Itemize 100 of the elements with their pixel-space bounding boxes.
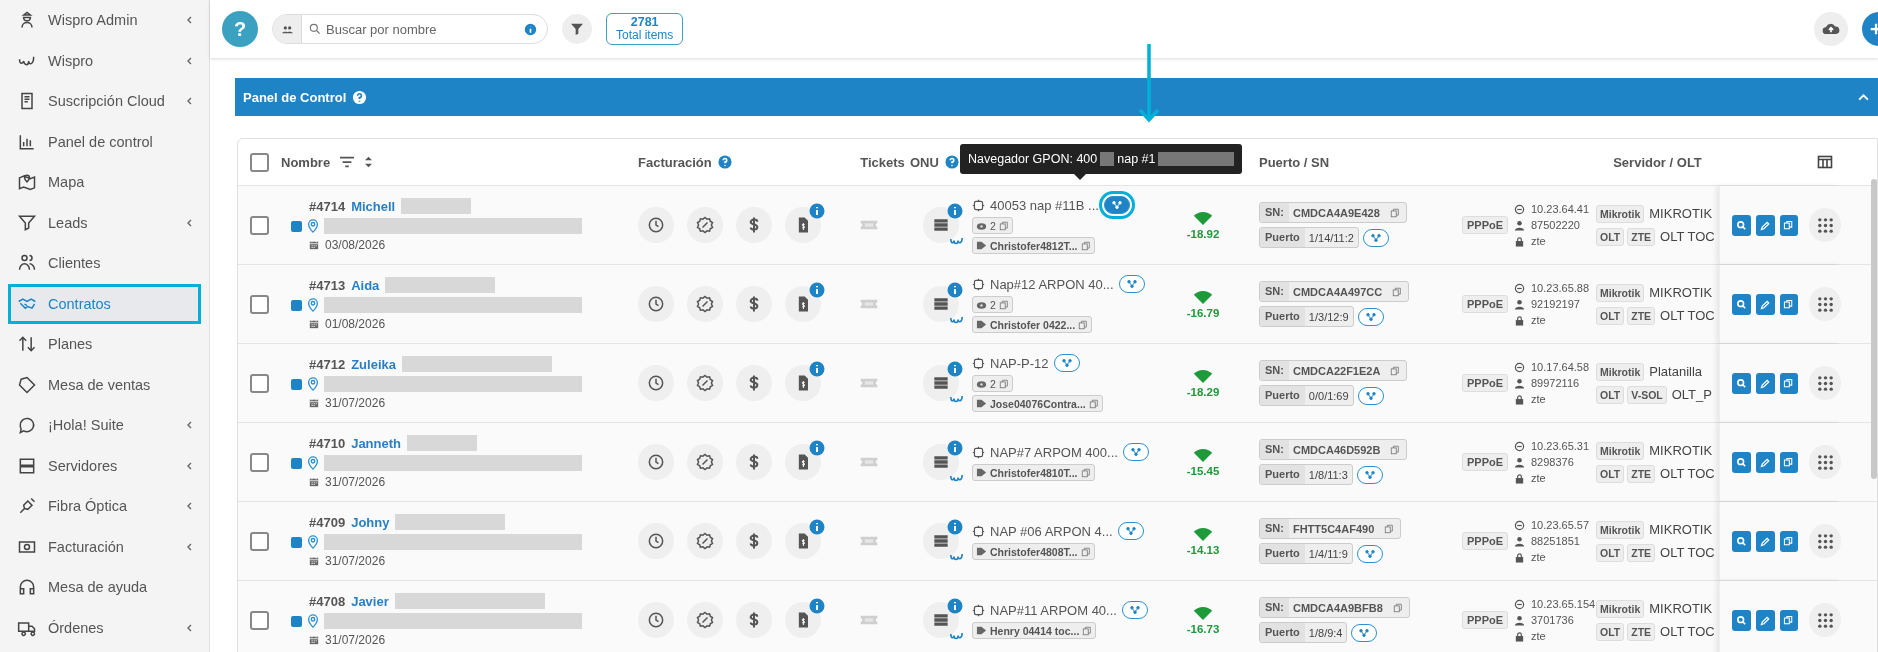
copy-icon[interactable]	[1080, 240, 1091, 251]
search-button[interactable]	[1732, 530, 1751, 552]
discount-button[interactable]	[687, 523, 723, 559]
dollar-button[interactable]	[736, 365, 772, 401]
select-all-checkbox[interactable]	[250, 152, 269, 172]
more-options-button[interactable]	[1809, 445, 1841, 479]
edit-button[interactable]	[1755, 293, 1775, 315]
row-checkbox[interactable]	[250, 452, 269, 472]
location-pin-icon[interactable]	[306, 456, 320, 470]
gpon-navigator-button[interactable]	[1122, 443, 1149, 461]
clock-button[interactable]	[638, 365, 674, 401]
discount-button[interactable]	[687, 286, 723, 322]
sidebar-item[interactable]: Órdenes	[0, 607, 209, 648]
search-button[interactable]	[1732, 214, 1751, 236]
copy-icon[interactable]	[1390, 365, 1401, 376]
edit-button[interactable]	[1755, 609, 1775, 631]
copy-icon[interactable]	[1384, 523, 1395, 534]
location-pin-icon[interactable]	[306, 219, 320, 233]
dollar-button[interactable]	[736, 286, 772, 322]
dollar-button[interactable]	[736, 444, 772, 480]
columns-icon[interactable]	[1817, 154, 1833, 170]
people-icon[interactable]	[273, 15, 302, 43]
gpon-navigator-button[interactable]	[1121, 601, 1148, 619]
clock-button[interactable]	[638, 602, 674, 638]
location-pin-icon[interactable]	[306, 377, 320, 391]
sidebar-item[interactable]: Wispro	[0, 40, 209, 81]
gpon-navigator-button[interactable]	[1053, 354, 1080, 372]
gpon-navigator-button[interactable]	[1357, 386, 1384, 405]
client-name-link[interactable]: Aida	[351, 277, 380, 293]
edit-button[interactable]	[1755, 451, 1775, 473]
row-checkbox[interactable]	[250, 610, 269, 630]
gpon-navigator-button[interactable]	[1356, 465, 1383, 484]
discount-button[interactable]	[687, 444, 723, 480]
search-button[interactable]	[1732, 293, 1751, 315]
gpon-navigator-button[interactable]	[1356, 544, 1383, 563]
discount-button[interactable]	[687, 365, 723, 401]
copy-icon[interactable]	[998, 299, 1009, 310]
copy-icon[interactable]	[1392, 286, 1403, 297]
sidebar-item[interactable]: ¡Hola! Suite	[0, 405, 209, 446]
more-options-button[interactable]	[1809, 366, 1841, 400]
copy-button[interactable]	[1779, 214, 1799, 236]
copy-icon[interactable]	[1389, 207, 1400, 218]
location-pin-icon[interactable]	[306, 614, 320, 628]
more-options-button[interactable]	[1809, 524, 1841, 558]
dollar-button[interactable]	[736, 207, 772, 243]
edit-button[interactable]	[1755, 372, 1775, 394]
gpon-navigator-button[interactable]	[1351, 623, 1378, 642]
dollar-button[interactable]	[736, 602, 772, 638]
copy-icon[interactable]	[998, 220, 1009, 231]
copy-button[interactable]	[1779, 530, 1799, 552]
sidebar-item[interactable]: Suscripción Cloud	[0, 81, 209, 122]
sidebar-item[interactable]: Mesa de ventas	[0, 364, 209, 405]
search-button[interactable]	[1732, 451, 1751, 473]
sidebar-item[interactable]: Mesa de ayuda	[0, 567, 209, 608]
copy-button[interactable]	[1779, 609, 1799, 631]
panel-header[interactable]: Panel de Control	[235, 78, 1878, 116]
copy-icon[interactable]	[1088, 398, 1099, 409]
client-name-link[interactable]: Janneth	[351, 435, 401, 451]
more-options-button[interactable]	[1809, 208, 1841, 242]
client-name-link[interactable]: Zuleika	[351, 356, 396, 372]
scrollbar[interactable]	[1871, 179, 1877, 479]
dollar-button[interactable]	[736, 523, 772, 559]
filter-button[interactable]	[562, 14, 592, 44]
gpon-navigator-button[interactable]	[1117, 522, 1144, 540]
location-pin-icon[interactable]	[306, 535, 320, 549]
sidebar-item[interactable]: Clientes	[0, 243, 209, 284]
search-button[interactable]	[1732, 372, 1751, 394]
copy-icon[interactable]	[1082, 625, 1093, 636]
copy-icon[interactable]	[1078, 319, 1089, 330]
row-checkbox[interactable]	[250, 294, 269, 314]
copy-icon[interactable]	[1080, 546, 1091, 557]
copy-button[interactable]	[1779, 451, 1799, 473]
sidebar-item[interactable]: Facturación	[0, 526, 209, 567]
copy-button[interactable]	[1779, 293, 1799, 315]
copy-button[interactable]	[1779, 372, 1799, 394]
discount-button[interactable]	[687, 602, 723, 638]
clock-button[interactable]	[638, 523, 674, 559]
gpon-navigator-button[interactable]	[1362, 228, 1389, 247]
client-name-link[interactable]: Michell	[351, 198, 396, 214]
edit-button[interactable]	[1755, 214, 1775, 236]
more-options-button[interactable]	[1809, 603, 1841, 637]
gpon-navigator-button[interactable]	[1118, 275, 1145, 293]
copy-icon[interactable]	[998, 378, 1009, 389]
sidebar-item[interactable]: Planes	[0, 324, 209, 365]
sidebar-item[interactable]: Mapa	[0, 162, 209, 203]
discount-button[interactable]	[687, 207, 723, 243]
sidebar-item[interactable]: Panel de control	[0, 121, 209, 162]
filter-lines-icon[interactable]	[338, 155, 357, 169]
edit-button[interactable]	[1755, 530, 1775, 552]
clock-button[interactable]	[638, 444, 674, 480]
copy-icon[interactable]	[1080, 467, 1091, 478]
sort-icon[interactable]	[364, 155, 374, 169]
search-button[interactable]	[1732, 609, 1751, 631]
more-options-button[interactable]	[1809, 287, 1841, 321]
sidebar-item[interactable]: Wispro Admin	[0, 0, 209, 41]
row-checkbox[interactable]	[250, 215, 269, 235]
cloud-upload-button[interactable]	[1814, 12, 1848, 46]
location-pin-icon[interactable]	[306, 298, 320, 312]
row-checkbox[interactable]	[250, 373, 269, 393]
client-name-link[interactable]: Johny	[351, 514, 390, 530]
